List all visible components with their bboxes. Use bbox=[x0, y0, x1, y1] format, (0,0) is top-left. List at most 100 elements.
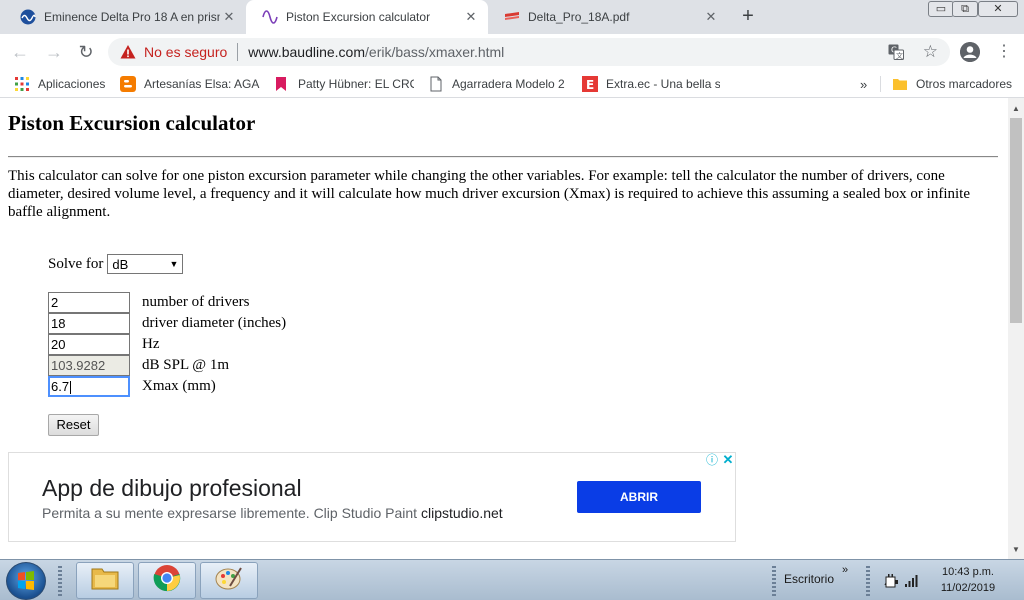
ad-title[interactable]: App de dibujo profesional bbox=[42, 475, 302, 502]
more-bookmarks-button[interactable]: » bbox=[860, 76, 867, 92]
drivers-label: number of drivers bbox=[142, 294, 250, 310]
field-row-drivers: 2 number of drivers bbox=[48, 292, 249, 313]
reset-button[interactable]: Reset bbox=[48, 414, 99, 436]
tab-title: Delta_Pro_18A.pdf bbox=[528, 10, 630, 24]
drivers-input[interactable]: 2 bbox=[48, 292, 130, 313]
new-tab-button[interactable]: + bbox=[738, 6, 758, 28]
taskbar-explorer[interactable] bbox=[76, 562, 134, 599]
apps-grid-icon bbox=[14, 76, 30, 92]
advertisement[interactable]: App de dibujo profesional Permita a su m… bbox=[8, 452, 736, 542]
toolbar-expand-icon[interactable]: » bbox=[842, 564, 848, 576]
field-row-diameter: 18 driver diameter (inches) bbox=[48, 313, 286, 334]
scroll-down-arrow-icon[interactable]: ▼ bbox=[1008, 543, 1024, 557]
forward-button[interactable]: → bbox=[42, 40, 66, 64]
minimize-button[interactable]: ▭ bbox=[928, 1, 954, 17]
frequency-input[interactable]: 20 bbox=[48, 334, 130, 355]
xmax-label: Xmax (mm) bbox=[142, 378, 216, 394]
diameter-label: driver diameter (inches) bbox=[142, 315, 287, 331]
field-row-xmax: 6.7 Xmax (mm) bbox=[48, 376, 216, 397]
page-title: Piston Excursion calculator bbox=[8, 111, 256, 135]
text-caret bbox=[70, 381, 72, 395]
tab-strip: Eminence Delta Pro 18 A en prism ✕ Pisto… bbox=[0, 0, 1024, 34]
address-bar[interactable]: No es seguro www.baudline.com/erik/bass/… bbox=[108, 38, 950, 66]
tab-pdf[interactable]: Delta_Pro_18A.pdf ✕ bbox=[488, 0, 728, 34]
browser-window: Eminence Delta Pro 18 A en prism ✕ Pisto… bbox=[0, 0, 1024, 600]
taskbar-paint[interactable] bbox=[200, 562, 258, 599]
pink-tag-icon bbox=[274, 76, 290, 92]
chrome-icon bbox=[153, 564, 181, 597]
spl-output: 103.9282 bbox=[48, 355, 130, 376]
close-tab-icon[interactable]: ✕ bbox=[704, 10, 718, 24]
sine-favicon bbox=[262, 9, 278, 25]
bookmark-label: Otros marcadores bbox=[916, 77, 1013, 91]
ad-close-icon[interactable]: ✕ bbox=[721, 453, 735, 467]
ad-subtitle: Permita a su mente expresarse libremente… bbox=[42, 505, 503, 521]
ad-domain: clipstudio.net bbox=[420, 505, 503, 521]
windows-taskbar: Escritorio » ▲ 10:43 p.m. 11/02/2019 bbox=[0, 559, 1024, 600]
bookmark-label: Patty Hübner: EL CRO bbox=[298, 77, 414, 91]
bookmarks-divider bbox=[880, 76, 881, 92]
start-button[interactable] bbox=[6, 562, 46, 600]
wave-favicon bbox=[20, 9, 36, 25]
url-host: www.baudline.com bbox=[248, 44, 366, 60]
blogger-icon bbox=[120, 76, 136, 92]
tab-piston-excursion[interactable]: Piston Excursion calculator ✕ bbox=[246, 0, 488, 34]
diameter-input[interactable]: 18 bbox=[48, 313, 130, 334]
horizontal-rule bbox=[8, 156, 998, 158]
ad-open-button[interactable]: ABRIR bbox=[577, 481, 701, 513]
bookmark-patty[interactable]: Patty Hübner: EL CRO bbox=[274, 76, 414, 92]
bookmark-artesanias[interactable]: Artesanías Elsa: AGAR bbox=[120, 76, 260, 92]
close-tab-icon[interactable]: ✕ bbox=[222, 10, 236, 24]
security-status[interactable]: No es seguro bbox=[144, 44, 227, 60]
svg-text:文: 文 bbox=[896, 51, 903, 60]
xmax-input[interactable]: 6.7 bbox=[48, 376, 130, 397]
dropdown-arrow-icon: ▼ bbox=[169, 259, 179, 269]
clock-time: 10:43 p.m. bbox=[942, 566, 994, 578]
ad-subtitle-text: Permita a su mente expresarse libremente… bbox=[42, 505, 418, 521]
scrollbar-thumb[interactable] bbox=[1010, 118, 1022, 323]
scroll-up-arrow-icon[interactable]: ▲ bbox=[1008, 102, 1024, 116]
bookmark-agarradera[interactable]: Agarradera Modelo 2 bbox=[428, 76, 568, 92]
pdf-favicon bbox=[504, 9, 520, 25]
close-window-button[interactable]: ✕ bbox=[978, 1, 1018, 17]
warning-icon bbox=[120, 44, 136, 60]
reload-button[interactable]: ↻ bbox=[74, 40, 98, 64]
solve-for-value: dB bbox=[112, 256, 129, 272]
paint-palette-icon bbox=[215, 564, 243, 597]
field-row-spl: 103.9282 dB SPL @ 1m bbox=[48, 355, 229, 376]
taskbar-grip bbox=[772, 566, 776, 596]
bookmark-extra[interactable]: E Extra.ec - Una bella s bbox=[582, 76, 720, 92]
bookmark-label: Artesanías Elsa: AGAR bbox=[144, 77, 260, 91]
page-icon bbox=[428, 76, 444, 92]
close-tab-icon[interactable]: ✕ bbox=[464, 10, 478, 24]
vertical-scrollbar[interactable]: ▲ ▼ bbox=[1008, 98, 1024, 559]
omnibox-divider bbox=[237, 43, 239, 61]
profile-avatar-icon[interactable] bbox=[960, 42, 980, 62]
back-button[interactable]: ← bbox=[8, 40, 32, 64]
frequency-label: Hz bbox=[142, 336, 160, 352]
tab-eminence[interactable]: Eminence Delta Pro 18 A en prism ✕ bbox=[4, 0, 246, 34]
restore-button[interactable]: ⧉ bbox=[952, 1, 978, 17]
other-bookmarks-folder[interactable]: Otros marcadores bbox=[892, 76, 1012, 92]
tab-title: Piston Excursion calculator bbox=[286, 10, 431, 24]
desktop-toolbar-label[interactable]: Escritorio bbox=[784, 572, 834, 586]
solve-for-select[interactable]: dB ▼ bbox=[107, 254, 184, 274]
folder-icon bbox=[90, 565, 120, 596]
bookmarks-bar: Aplicaciones Artesanías Elsa: AGAR Patty… bbox=[0, 70, 1024, 98]
network-signal-icon[interactable] bbox=[904, 573, 920, 589]
extra-logo-icon: E bbox=[582, 76, 598, 92]
page-content: Piston Excursion calculator This calcula… bbox=[0, 98, 1008, 559]
solve-for-label: Solve for bbox=[48, 255, 104, 272]
more-menu-icon[interactable]: ⋮ bbox=[996, 42, 1012, 62]
bookmark-apps[interactable]: Aplicaciones bbox=[14, 76, 105, 92]
tab-title: Eminence Delta Pro 18 A en prism bbox=[44, 10, 220, 24]
ad-info-icon[interactable]: ⓘ bbox=[705, 453, 719, 467]
taskbar-chrome[interactable] bbox=[138, 562, 196, 599]
toolbar: ← → ↻ No es seguro www.baudline.com/erik… bbox=[0, 34, 1024, 70]
power-plug-icon[interactable] bbox=[884, 573, 900, 589]
translate-icon[interactable]: G文 bbox=[888, 44, 904, 60]
url-path: /erik/bass/xmaxer.html bbox=[365, 44, 505, 60]
system-clock[interactable]: 10:43 p.m. 11/02/2019 bbox=[926, 564, 1010, 596]
solve-for-row: Solve for dB ▼ bbox=[48, 254, 184, 274]
bookmark-star-icon[interactable]: ☆ bbox=[923, 42, 938, 62]
